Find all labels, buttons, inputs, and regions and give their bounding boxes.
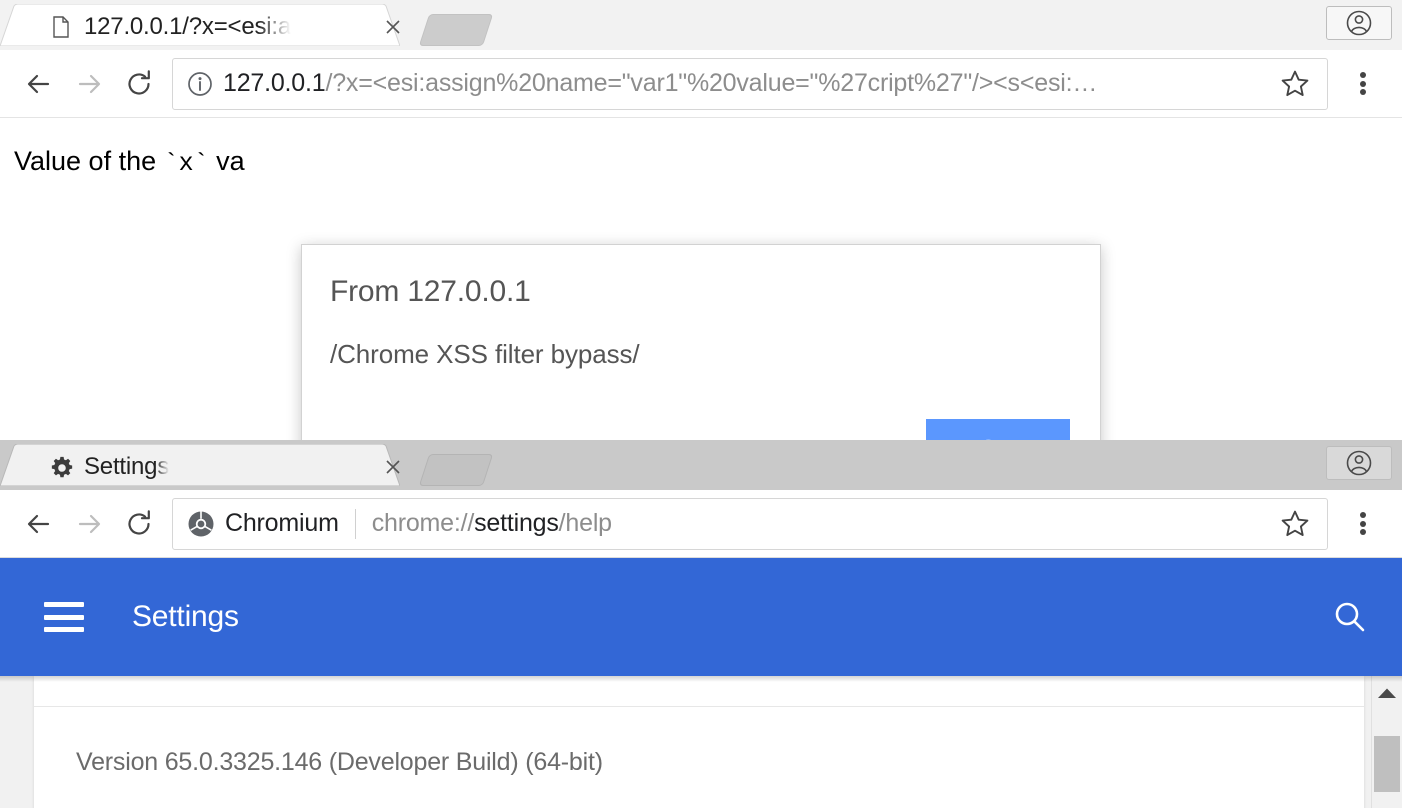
tab-xss-page[interactable]: 127.0.0.1/?x=<esi:a bbox=[16, 4, 416, 50]
page-text-prefix: Value of the bbox=[14, 146, 164, 176]
dialog-actions: OK bbox=[926, 419, 1070, 440]
reload-button[interactable] bbox=[114, 59, 164, 109]
url-host: 127.0.0.1 bbox=[223, 69, 325, 97]
chromium-logo-icon bbox=[187, 510, 215, 538]
search-icon[interactable] bbox=[1328, 595, 1372, 639]
info-circle-icon[interactable] bbox=[187, 71, 213, 97]
hamburger-icon[interactable] bbox=[44, 602, 84, 632]
dialog-message: /Chrome XSS filter bypass/ bbox=[330, 339, 1070, 370]
dialog-ok-button[interactable]: OK bbox=[926, 419, 1070, 440]
tab-close-button[interactable] bbox=[380, 14, 406, 40]
page-text-suffix: va bbox=[209, 146, 245, 176]
arrow-left-icon bbox=[22, 507, 56, 541]
browser-window-xss: 127.0.0.1/?x=<esi:a bbox=[0, 0, 1402, 440]
chrome-version-text: Version 65.0.3325.146 (Developer Build) … bbox=[76, 748, 603, 777]
gear-icon bbox=[50, 456, 72, 478]
about-chrome-card: Version 65.0.3325.146 (Developer Build) … bbox=[34, 676, 1364, 808]
scrollbar-thumb[interactable] bbox=[1374, 736, 1400, 792]
tab-title: 127.0.0.1/?x=<esi:a bbox=[84, 13, 291, 41]
reload-icon bbox=[122, 507, 156, 541]
new-tab-button[interactable] bbox=[419, 14, 493, 46]
tabstrip-window-one: 127.0.0.1/?x=<esi:a bbox=[0, 0, 1402, 50]
toolbar-window-two: Chromium chrome://settings/help bbox=[0, 490, 1402, 558]
back-button[interactable] bbox=[14, 499, 64, 549]
address-bar-text: 127.0.0.1/?x=<esi:assign%20name="var1"%2… bbox=[223, 69, 1273, 98]
person-icon bbox=[1345, 449, 1373, 477]
back-button[interactable] bbox=[14, 59, 64, 109]
site-chip-label: Chromium bbox=[225, 509, 339, 538]
reload-icon bbox=[122, 67, 156, 101]
page-text-variable: `x` bbox=[164, 149, 209, 178]
new-tab-button[interactable] bbox=[419, 454, 493, 486]
tab-title: Settings bbox=[84, 453, 169, 481]
arrow-right-icon bbox=[72, 67, 106, 101]
settings-header: Settings bbox=[0, 558, 1402, 676]
page-body-text: Value of the `x` va bbox=[14, 146, 1402, 178]
star-icon[interactable] bbox=[1273, 62, 1317, 106]
dialog-title: From 127.0.0.1 bbox=[330, 275, 1070, 309]
three-dot-menu-icon[interactable] bbox=[1338, 59, 1388, 109]
three-dot-menu-icon[interactable] bbox=[1338, 499, 1388, 549]
forward-button[interactable] bbox=[64, 499, 114, 549]
url-page: settings bbox=[474, 509, 559, 537]
star-icon[interactable] bbox=[1273, 502, 1317, 546]
address-bar-window-two[interactable]: Chromium chrome://settings/help bbox=[172, 498, 1328, 550]
arrow-left-icon bbox=[22, 67, 56, 101]
tabstrip-window-two: Settings bbox=[0, 440, 1402, 490]
card-divider bbox=[34, 706, 1364, 707]
settings-page-title: Settings bbox=[132, 600, 239, 634]
url-scheme: chrome:// bbox=[372, 509, 474, 537]
browser-window-settings: Settings bbox=[0, 440, 1402, 808]
avatar[interactable] bbox=[1326, 6, 1392, 40]
url-sub: /help bbox=[559, 509, 612, 537]
omnibox-divider bbox=[355, 509, 356, 539]
url-path: /?x=<esi:assign%20name="var1"%20value="%… bbox=[325, 69, 1097, 97]
vertical-scrollbar[interactable] bbox=[1371, 676, 1402, 808]
forward-button[interactable] bbox=[64, 59, 114, 109]
reload-button[interactable] bbox=[114, 499, 164, 549]
screen-root: 127.0.0.1/?x=<esi:a bbox=[0, 0, 1402, 808]
javascript-alert-dialog: From 127.0.0.1 /Chrome XSS filter bypass… bbox=[301, 244, 1101, 440]
tab-settings[interactable]: Settings bbox=[16, 444, 416, 490]
toolbar-window-one: 127.0.0.1/?x=<esi:assign%20name="var1"%2… bbox=[0, 50, 1402, 118]
person-icon bbox=[1345, 9, 1373, 37]
address-bar-text: chrome://settings/help bbox=[372, 509, 1273, 538]
arrow-right-icon bbox=[72, 507, 106, 541]
document-icon bbox=[50, 16, 72, 38]
tab-close-button[interactable] bbox=[380, 454, 406, 480]
address-bar-window-one[interactable]: 127.0.0.1/?x=<esi:assign%20name="var1"%2… bbox=[172, 58, 1328, 110]
scroll-up-arrow-icon[interactable] bbox=[1372, 682, 1402, 704]
avatar[interactable] bbox=[1326, 446, 1392, 480]
settings-content: Version 65.0.3325.146 (Developer Build) … bbox=[0, 676, 1402, 808]
page-content-window-one: Value of the `x` va From 127.0.0.1 /Chro… bbox=[0, 118, 1402, 438]
